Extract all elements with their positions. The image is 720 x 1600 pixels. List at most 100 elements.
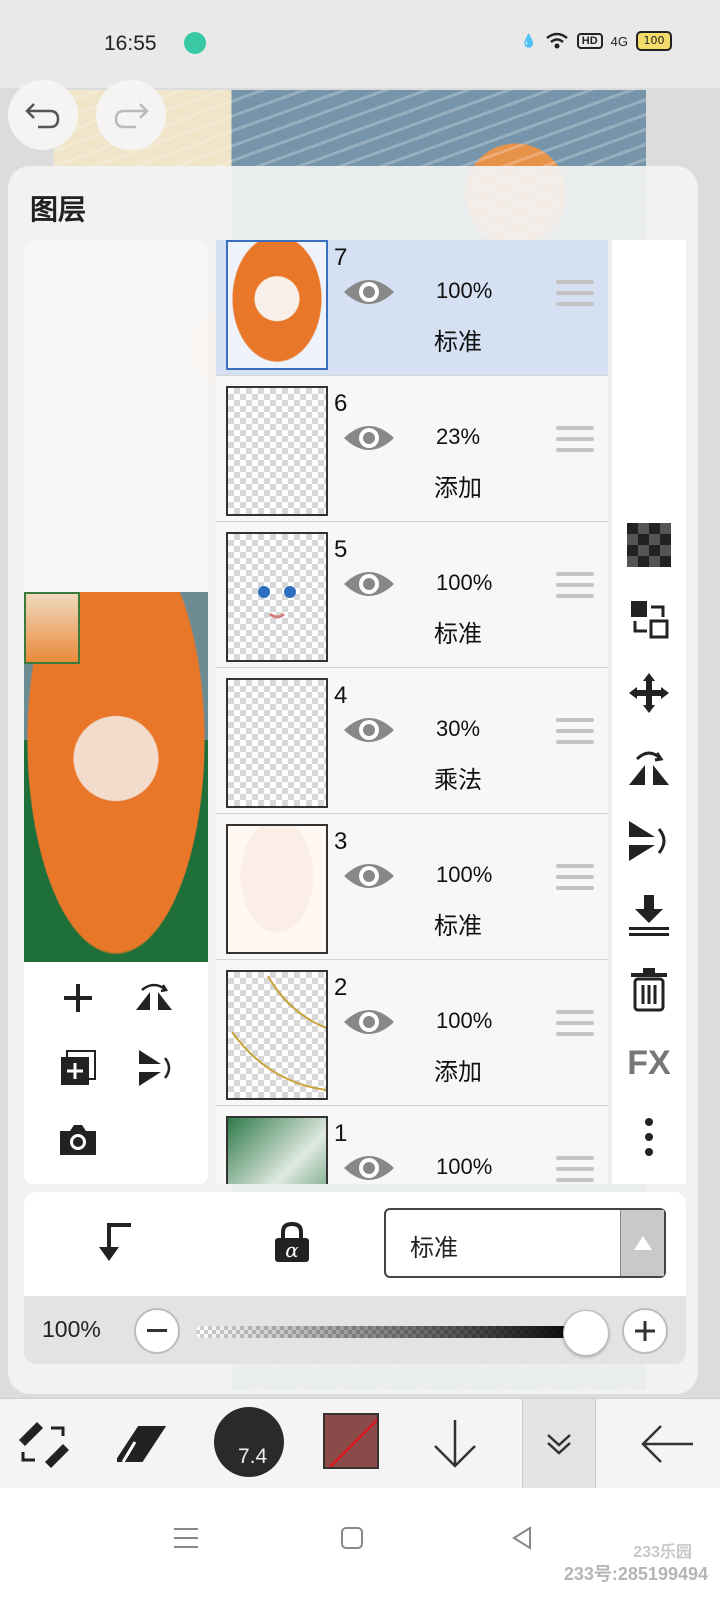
watermark-logo: 233乐园 <box>633 1544 692 1561</box>
undo-icon <box>25 103 60 129</box>
eye-icon[interactable] <box>342 858 396 894</box>
redo-icon <box>114 103 149 129</box>
camera-button[interactable] <box>56 1118 100 1162</box>
layer-thumbnail <box>226 240 328 370</box>
drag-handle-icon[interactable] <box>556 426 594 460</box>
eye-icon[interactable] <box>342 712 396 748</box>
transparency-button[interactable] <box>620 516 678 574</box>
layer-row[interactable]: 5 100% 标准 <box>216 522 608 668</box>
merge-down-button[interactable] <box>620 886 678 944</box>
layer-number: 4 <box>334 682 348 709</box>
flip-vertical-icon <box>629 821 666 861</box>
add-layer-copy-button[interactable] <box>56 1046 100 1090</box>
layer-number: 2 <box>334 974 348 1001</box>
layer-thumbnail <box>226 824 328 954</box>
back-button[interactable] <box>630 1407 704 1481</box>
flip-horizontal-button[interactable] <box>620 738 678 796</box>
brush-swap-icon <box>19 1422 69 1468</box>
brush-size-value: 7.4 <box>238 1445 268 1468</box>
eraser-icon <box>117 1426 167 1463</box>
system-nav-bar: 233乐园 233号:285199494 <box>0 1488 720 1600</box>
flip-horizontal-icon <box>629 751 669 785</box>
layer-list[interactable]: 7 100% 标准 6 23% 添加 5 100% 标准 4 30% 乘法 3 … <box>216 240 608 1184</box>
lock-icon: α <box>275 1221 309 1262</box>
tool-switch-button[interactable] <box>6 1407 80 1481</box>
drag-handle-icon[interactable] <box>556 1010 594 1044</box>
flip-vertical-icon <box>139 1050 171 1086</box>
layer-blend-mode: 标准 <box>434 912 482 940</box>
eye-icon[interactable] <box>342 566 396 602</box>
layer-row[interactable]: 6 23% 添加 <box>216 376 608 522</box>
layer-blend-mode: 添加 <box>434 474 482 502</box>
drag-handle-icon[interactable] <box>556 718 594 752</box>
eye-icon[interactable] <box>342 420 396 456</box>
color-swatch[interactable] <box>323 1413 379 1469</box>
more-options-button[interactable] <box>620 1108 678 1166</box>
blend-mode-value: 标准 <box>410 1234 458 1262</box>
opacity-decrease-button[interactable] <box>134 1308 180 1354</box>
layer-opacity: 100% <box>436 1154 493 1179</box>
nav-menu-button[interactable] <box>166 1518 206 1558</box>
flip-vertical-button[interactable] <box>132 1046 176 1090</box>
drag-handle-icon[interactable] <box>556 572 594 606</box>
layer-panel: 图层 7 100% 标准 6 23% 添加 5 100% 标准 4 30% 乘法… <box>8 166 698 1394</box>
blend-mode-arrow-button[interactable] <box>620 1210 664 1276</box>
clipping-button[interactable] <box>92 1220 136 1264</box>
arrow-left-icon <box>641 1425 693 1463</box>
download-button[interactable] <box>418 1407 492 1481</box>
layer-thumbnail-content <box>231 975 327 1091</box>
flip-horizontal-icon <box>136 983 172 1010</box>
drag-handle-icon[interactable] <box>556 1156 594 1184</box>
eraser-button[interactable] <box>108 1407 182 1481</box>
brush-size-button[interactable]: 7.4 <box>214 1407 284 1477</box>
delete-layer-button[interactable] <box>620 960 678 1018</box>
water-drop-icon: 💧 <box>520 33 537 48</box>
flip-layer-button[interactable] <box>132 976 176 1020</box>
eye-icon[interactable] <box>342 274 396 310</box>
flip-vertical-button-right[interactable] <box>620 812 678 870</box>
eye-icon[interactable] <box>342 1150 396 1184</box>
move-button[interactable] <box>620 664 678 722</box>
layer-number: 1 <box>334 1120 348 1147</box>
watermark-text: 233号:285199494 <box>563 1564 708 1584</box>
trash-icon <box>631 968 667 1012</box>
opacity-slider-track[interactable] <box>196 1326 586 1338</box>
layer-opacity: 100% <box>436 570 493 595</box>
drag-handle-icon[interactable] <box>556 280 594 314</box>
layer-number: 7 <box>334 244 348 271</box>
layer-blend-mode: 添加 <box>434 1058 482 1086</box>
opacity-row: 100% <box>24 1296 686 1364</box>
layer-number: 5 <box>334 536 348 563</box>
swap-icon <box>631 601 669 639</box>
clipping-arrow-icon <box>99 1223 131 1261</box>
redo-button[interactable] <box>96 80 166 150</box>
add-layer-button[interactable] <box>56 976 100 1020</box>
battery-icon: 100 <box>636 31 672 51</box>
wifi-icon <box>545 32 568 49</box>
drag-handle-icon[interactable] <box>556 864 594 898</box>
blend-mode-select[interactable]: 标准 <box>384 1208 666 1278</box>
layer-row[interactable]: 2 100% 添加 <box>216 960 608 1106</box>
eye-icon[interactable] <box>342 1004 396 1040</box>
fx-button[interactable]: FX <box>620 1034 678 1092</box>
layer-opacity: 100% <box>436 1008 493 1033</box>
layer-row[interactable]: 1 100% <box>216 1106 608 1184</box>
layer-blend-mode: 乘法 <box>434 766 482 794</box>
opacity-slider-knob[interactable] <box>563 1310 609 1356</box>
layer-thumbnail <box>226 1116 328 1184</box>
expand-toolbar-button[interactable] <box>522 1399 596 1489</box>
nav-back-button[interactable] <box>502 1518 542 1558</box>
alpha-lock-button[interactable]: α <box>270 1220 314 1264</box>
arrow-down-icon <box>434 1420 476 1468</box>
opacity-increase-button[interactable] <box>622 1308 668 1354</box>
nav-home-button[interactable] <box>332 1518 372 1558</box>
alpha-label: α <box>285 1238 299 1262</box>
checkerboard-icon <box>627 523 671 567</box>
swap-layer-button[interactable] <box>620 590 678 648</box>
layer-row[interactable]: 3 100% 标准 <box>216 814 608 960</box>
layer-thumbnail <box>226 532 328 662</box>
home-square-icon <box>341 1527 363 1549</box>
layer-row[interactable]: 4 30% 乘法 <box>216 668 608 814</box>
undo-button[interactable] <box>8 80 78 150</box>
layer-row[interactable]: 7 100% 标准 <box>216 240 608 376</box>
